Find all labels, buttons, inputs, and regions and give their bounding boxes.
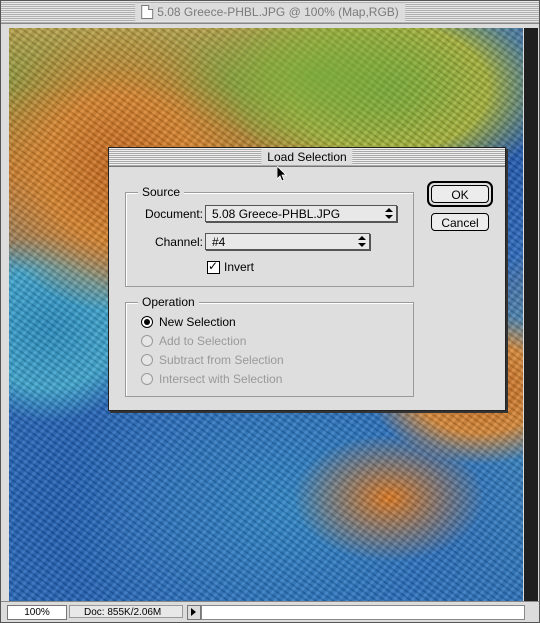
radio-button[interactable] [141,335,153,347]
document-title-text: 5.08 Greece-PHBL.JPG @ 100% (Map,RGB) [157,5,399,19]
status-menu-arrow-icon[interactable] [187,605,201,620]
operation-group-title: Operation [138,295,199,309]
radio-label: Intersect with Selection [159,372,283,386]
radio-new-selection[interactable]: New Selection [141,314,236,330]
invert-label[interactable]: Invert [224,260,254,274]
source-group-title: Source [138,185,185,199]
cancel-button[interactable]: Cancel [431,213,489,231]
invert-checkbox[interactable]: ✓ [207,259,220,274]
radio-add-to-selection[interactable]: Add to Selection [141,333,246,349]
radio-subtract-from-selection[interactable]: Subtract from Selection [141,352,284,368]
dialog-title: Load Selection [261,149,353,165]
channel-popup-value: #4 [212,235,226,249]
doc-size-readout: Doc: 855K/2.06M [69,605,183,618]
channel-popup[interactable]: #4 [205,233,370,250]
mouse-pointer-icon [277,166,287,182]
vertical-scrollbar[interactable] [524,28,538,601]
document-popup[interactable]: 5.08 Greece-PHBL.JPG [205,205,397,222]
radio-button[interactable] [141,354,153,366]
radio-button[interactable] [141,373,153,385]
popup-arrows-icon [384,208,393,219]
ok-button[interactable]: OK [431,185,489,203]
load-selection-dialog: Load Selection Source Document: 5.08 Gre… [108,147,506,411]
radio-intersect-with-selection[interactable]: Intersect with Selection [141,371,282,387]
checkmark-icon: ✓ [208,259,219,273]
zoom-level-field[interactable]: 100% [7,605,67,620]
dialog-titlebar[interactable]: Load Selection [109,148,505,167]
document-proxy-icon[interactable] [141,5,154,19]
document-title: 5.08 Greece-PHBL.JPG @ 100% (Map,RGB) [135,3,405,21]
status-bar: 100% Doc: 855K/2.06M [1,601,539,622]
channel-label: Channel: [154,235,203,249]
popup-arrows-icon [357,236,366,247]
radio-label: Subtract from Selection [159,353,284,367]
radio-label: New Selection [159,315,236,329]
document-popup-value: 5.08 Greece-PHBL.JPG [212,207,341,221]
document-label: Document: [144,207,203,221]
radio-button[interactable] [141,316,153,328]
document-titlebar[interactable]: 5.08 Greece-PHBL.JPG @ 100% (Map,RGB) [1,1,539,24]
horizontal-scrollbar[interactable] [201,605,525,620]
radio-label: Add to Selection [159,334,247,348]
